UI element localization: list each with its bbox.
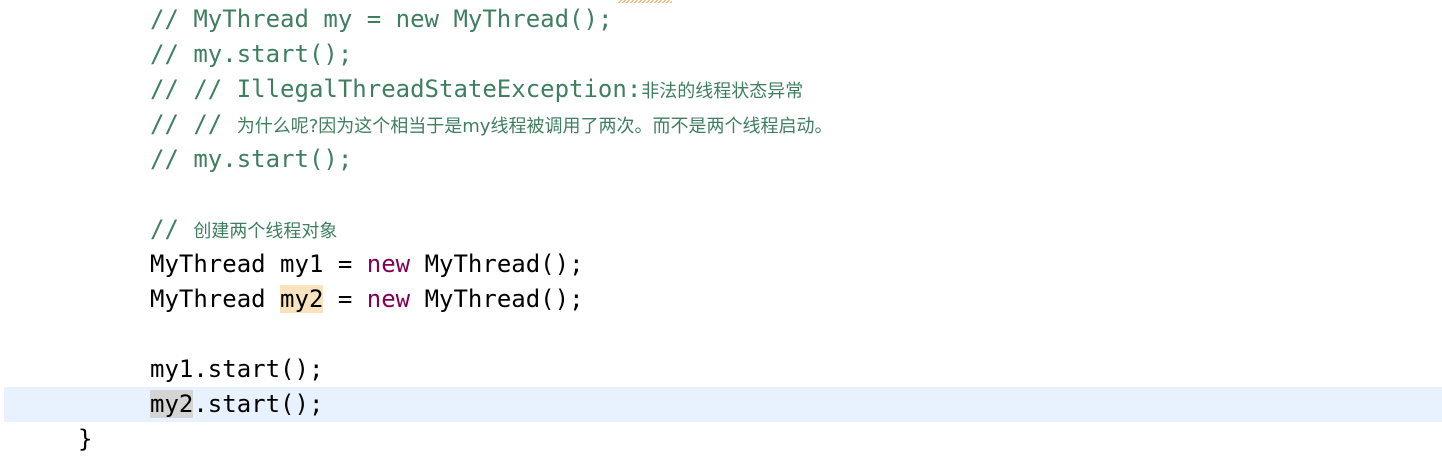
code-line[interactable]: // 创建两个线程对象 <box>0 212 1442 247</box>
type-name: MyThread <box>150 250 281 278</box>
code-line[interactable]: // MyThread my = new MyThread(); <box>0 2 1442 37</box>
comment-prefix: // // <box>150 110 237 138</box>
code-line[interactable]: // my.start(); <box>0 142 1442 177</box>
comment-chinese-text: 为什么呢?因为这个相当于是my线程被调用了两次。而不是两个线程启动。 <box>236 116 833 137</box>
variable-name[interactable]: my1 <box>150 355 193 383</box>
method-call-statement: my1.start(); <box>150 352 323 387</box>
method-call-statement: my2.start(); <box>150 387 323 422</box>
comment-chinese-text: 非法的线程状态异常 <box>641 81 804 102</box>
assign-operator: = <box>323 285 367 313</box>
comment-chinese-text: 创建两个线程对象 <box>193 221 338 242</box>
constructor-call: MyThread(); <box>410 285 584 313</box>
comment-prefix: // <box>150 145 194 173</box>
method-call: .start(); <box>193 355 324 383</box>
comment-code: MyThread my = new MyThread(); <box>193 5 613 33</box>
comment-code: my.start(); <box>193 145 353 173</box>
code-line[interactable]: my1.start(); <box>0 352 1442 387</box>
variable-name[interactable]: my1 <box>280 250 323 278</box>
code-editor[interactable]: // MyThread my = new MyThread(); // my.s… <box>0 0 1442 464</box>
comment-prefix: // <box>150 215 194 243</box>
comment-line: // my.start(); <box>150 142 352 177</box>
code-line[interactable]: } <box>0 422 1442 457</box>
current-code-line[interactable]: my2.start(); <box>4 387 1442 422</box>
comment-prefix: // <box>150 5 194 33</box>
method-call: .start(); <box>193 390 324 418</box>
closing-brace: } <box>78 425 93 453</box>
comment-line: // // 为什么呢?因为这个相当于是my线程被调用了两次。而不是两个线程启动。 <box>150 107 832 144</box>
type-name: MyThread <box>150 285 281 313</box>
blank-line[interactable] <box>0 317 1442 352</box>
code-line[interactable]: // // IllegalThreadStateException:非法的线程状… <box>0 72 1442 107</box>
keyword-new: new <box>366 285 411 313</box>
comment-prefix: // // <box>150 75 237 103</box>
constructor-call: MyThread(); <box>410 250 584 278</box>
comment-code: IllegalThreadStateException: <box>236 75 642 103</box>
code-line[interactable]: // // 为什么呢?因为这个相当于是my线程被调用了两次。而不是两个线程启动。 <box>0 107 1442 142</box>
variable-name-highlighted[interactable]: my2 <box>150 390 194 418</box>
code-line[interactable]: MyThread my2 = new MyThread(); <box>0 282 1442 317</box>
blank-line[interactable] <box>0 177 1442 212</box>
declaration-statement: MyThread my2 = new MyThread(); <box>150 282 584 317</box>
variable-name-highlighted[interactable]: my2 <box>280 285 324 313</box>
keyword-new: new <box>366 250 411 278</box>
assign-operator: = <box>323 250 367 278</box>
comment-line: // // IllegalThreadStateException:非法的线程状… <box>150 72 803 109</box>
comment-code: my.start(); <box>193 40 353 68</box>
comment-line: // 创建两个线程对象 <box>150 212 337 249</box>
comment-prefix: // <box>150 40 194 68</box>
code-line[interactable]: // my.start(); <box>0 37 1442 72</box>
comment-line: // my.start(); <box>150 37 352 72</box>
code-line[interactable]: MyThread my1 = new MyThread(); <box>0 247 1442 282</box>
declaration-statement: MyThread my1 = new MyThread(); <box>150 247 584 282</box>
comment-line: // MyThread my = new MyThread(); <box>150 2 612 37</box>
